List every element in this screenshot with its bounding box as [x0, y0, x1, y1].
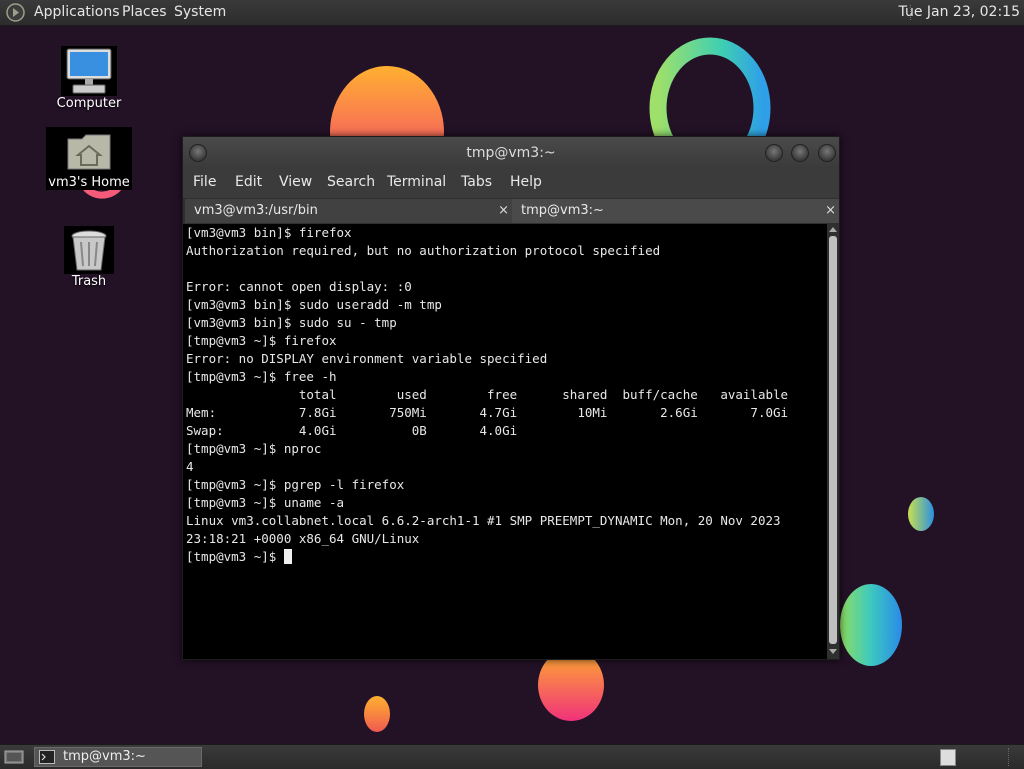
scroll-thumb[interactable] [829, 236, 837, 644]
menu-file[interactable]: File [193, 169, 216, 196]
bottom-panel: tmp@vm3:~ [0, 744, 1024, 769]
menu-places[interactable]: Places [122, 0, 167, 25]
terminal-line: Mem: 7.8Gi 750Mi 4.7Gi 10Mi 2.6Gi 7.0Gi [186, 405, 789, 420]
workspace-switcher[interactable] [940, 749, 956, 766]
maximize-button[interactable] [791, 144, 809, 162]
tab-close-icon[interactable]: × [498, 199, 509, 223]
menu-system[interactable]: System [174, 0, 226, 25]
text-cursor [283, 549, 292, 564]
wallpaper-ring [649, 37, 771, 138]
terminal-line: [tmp@vm3 ~]$ nproc [186, 441, 322, 456]
home-folder-icon [67, 134, 111, 170]
window-titlebar[interactable]: tmp@vm3:~ [183, 137, 839, 169]
tab-tmp-home[interactable]: tmp@vm3:~ × [512, 199, 839, 223]
terminal-line: [vm3@vm3 bin]$ firefox [186, 225, 352, 240]
wallpaper-bottom-blob [538, 655, 604, 721]
window-menubar: File Edit View Search Terminal Tabs Help [183, 169, 839, 196]
terminal-prompt: [tmp@vm3 ~]$ [186, 549, 284, 564]
minimize-button[interactable] [765, 144, 783, 162]
desktop-icon-label: Trash [71, 274, 107, 289]
terminal-line: Authorization required, but no authoriza… [186, 243, 661, 258]
close-window-button[interactable] [818, 144, 836, 162]
wallpaper-large-blob-right [840, 584, 902, 666]
wallpaper-orange-blob [330, 66, 444, 146]
menu-search[interactable]: Search [327, 169, 375, 196]
menu-terminal[interactable]: Terminal [387, 169, 446, 196]
terminal-line: Error: no DISPLAY environment variable s… [186, 351, 548, 366]
terminal-line: total used free shared buff/cache availa… [186, 387, 789, 402]
menu-applications[interactable]: Applications [34, 0, 120, 25]
wallpaper-small-blob-bottom [364, 696, 390, 732]
tab-close-icon[interactable]: × [825, 199, 836, 223]
terminal-line: [tmp@vm3 ~]$ free -h [186, 369, 337, 384]
trash-icon [64, 226, 114, 274]
computer-icon [61, 46, 117, 96]
terminal-window: tmp@vm3:~ File Edit View Search Terminal… [182, 136, 840, 660]
terminal-icon [39, 750, 55, 764]
taskbar-button-label: tmp@vm3:~ [63, 749, 146, 764]
applications-logo-icon[interactable] [6, 3, 25, 22]
menu-tabs[interactable]: Tabs [461, 169, 492, 196]
scroll-down-icon[interactable] [829, 649, 837, 654]
desktop-icon-label: vm3's Home [48, 175, 130, 190]
terminal-line: 4 [186, 459, 194, 474]
terminal-line: [tmp@vm3 ~]$ firefox [186, 333, 337, 348]
terminal-line: Error: cannot open display: :0 [186, 279, 412, 294]
terminal-line: Linux vm3.collabnet.local 6.6.2-arch1-1 … [186, 513, 781, 528]
taskbar-button-terminal[interactable]: tmp@vm3:~ [34, 747, 202, 767]
menu-help[interactable]: Help [510, 169, 542, 196]
top-panel: Applications Places System Tue Jan 23, 0… [0, 0, 1024, 26]
tab-label: vm3@vm3:/usr/bin [194, 203, 318, 218]
terminal-scrollbar[interactable] [827, 224, 839, 659]
clock[interactable]: Tue Jan 23, 02:15 [899, 0, 1020, 25]
wallpaper-small-blob-right [908, 497, 934, 531]
desktop-icon-trash[interactable]: Trash [58, 226, 120, 289]
menu-edit[interactable]: Edit [235, 169, 262, 196]
tab-vm3-usr-bin[interactable]: vm3@vm3:/usr/bin × [185, 199, 512, 223]
panel-separator [1008, 748, 1010, 766]
tab-bar: vm3@vm3:/usr/bin × tmp@vm3:~ × [183, 198, 839, 224]
terminal-output[interactable]: [vm3@vm3 bin]$ firefox Authorization req… [183, 224, 827, 659]
desktop-icon-computer[interactable]: Computer [52, 46, 126, 111]
tab-label: tmp@vm3:~ [521, 203, 604, 218]
menu-view[interactable]: View [279, 169, 312, 196]
terminal-line: [vm3@vm3 bin]$ sudo useradd -m tmp [186, 297, 442, 312]
terminal-line: [tmp@vm3 ~]$ uname -a [186, 495, 345, 510]
desktop-icon-home[interactable]: vm3's Home [46, 127, 132, 190]
terminal-line: Swap: 4.0Gi 0B 4.0Gi [186, 423, 518, 438]
terminal-line: [tmp@vm3 ~]$ pgrep -l firefox [186, 477, 405, 492]
terminal-text: [vm3@vm3 bin]$ firefox Authorization req… [183, 224, 827, 566]
terminal-line: [vm3@vm3 bin]$ sudo su - tmp [186, 315, 397, 330]
scroll-up-icon[interactable] [829, 227, 837, 232]
show-desktop-icon[interactable] [4, 748, 24, 766]
window-title: tmp@vm3:~ [466, 145, 556, 161]
desktop-icon-label: Computer [56, 96, 122, 111]
terminal-line: 23:18:21 +0000 x86_64 GNU/Linux [186, 531, 420, 546]
